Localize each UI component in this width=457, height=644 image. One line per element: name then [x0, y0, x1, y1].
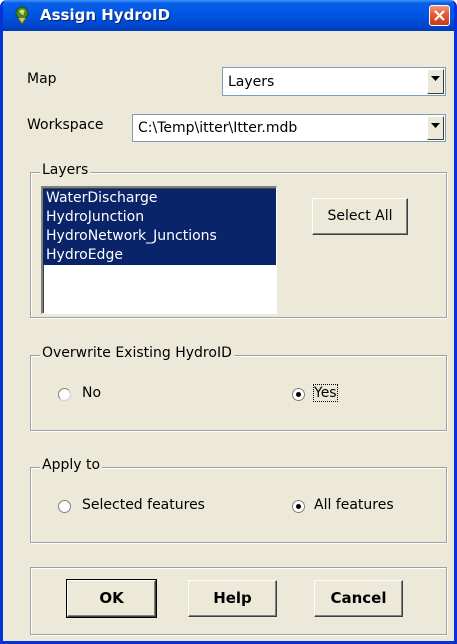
- assign-hydroid-dialog: Assign HydroID Map Layers Workspace C:\T…: [0, 0, 457, 644]
- overwrite-no-label[interactable]: No: [82, 385, 101, 401]
- apply-to-legend: Apply to: [40, 457, 103, 473]
- layers-listbox[interactable]: WaterDischarge HydroJunction HydroNetwor…: [41, 186, 277, 314]
- select-all-button[interactable]: Select All: [312, 198, 408, 235]
- map-select-value: Layers: [228, 74, 275, 90]
- workspace-select-value: C:\Temp\itter\Itter.mdb: [138, 120, 298, 136]
- list-item[interactable]: HydroJunction: [43, 208, 276, 227]
- list-item[interactable]: WaterDischarge: [43, 189, 276, 208]
- list-item[interactable]: HydroNetwork_Junctions: [43, 227, 276, 246]
- title-bar[interactable]: Assign HydroID: [3, 0, 454, 31]
- map-select[interactable]: Layers: [222, 67, 446, 96]
- map-dropdown-button[interactable]: [427, 69, 444, 94]
- list-item[interactable]: HydroEdge: [43, 246, 276, 265]
- workspace-dropdown-button[interactable]: [427, 116, 444, 140]
- chevron-down-icon: [431, 123, 440, 128]
- close-button[interactable]: [429, 5, 450, 26]
- apply-selected-label[interactable]: Selected features: [82, 497, 205, 513]
- apply-all-radio[interactable]: [292, 500, 305, 513]
- ok-button[interactable]: OK: [66, 579, 157, 618]
- window-title: Assign HydroID: [40, 6, 171, 24]
- workspace-select[interactable]: C:\Temp\itter\Itter.mdb: [132, 114, 446, 142]
- close-icon: [434, 10, 445, 21]
- overwrite-yes-label[interactable]: Yes: [313, 384, 338, 402]
- layers-legend: Layers: [40, 162, 91, 178]
- globe-pin-icon: [15, 6, 29, 25]
- help-label: Help: [213, 589, 252, 607]
- select-all-label: Select All: [327, 208, 393, 224]
- workspace-label: Workspace: [27, 117, 104, 133]
- cancel-button[interactable]: Cancel: [314, 580, 403, 617]
- chevron-down-icon: [431, 76, 440, 81]
- overwrite-legend: Overwrite Existing HydroID: [40, 345, 234, 361]
- cancel-label: Cancel: [330, 589, 387, 607]
- apply-all-label[interactable]: All features: [314, 497, 394, 513]
- apply-selected-radio[interactable]: [58, 500, 71, 513]
- help-button[interactable]: Help: [188, 580, 277, 617]
- ok-label: OK: [99, 589, 124, 607]
- map-label: Map: [27, 71, 57, 87]
- overwrite-yes-radio[interactable]: [292, 388, 305, 401]
- overwrite-no-radio[interactable]: [58, 388, 71, 401]
